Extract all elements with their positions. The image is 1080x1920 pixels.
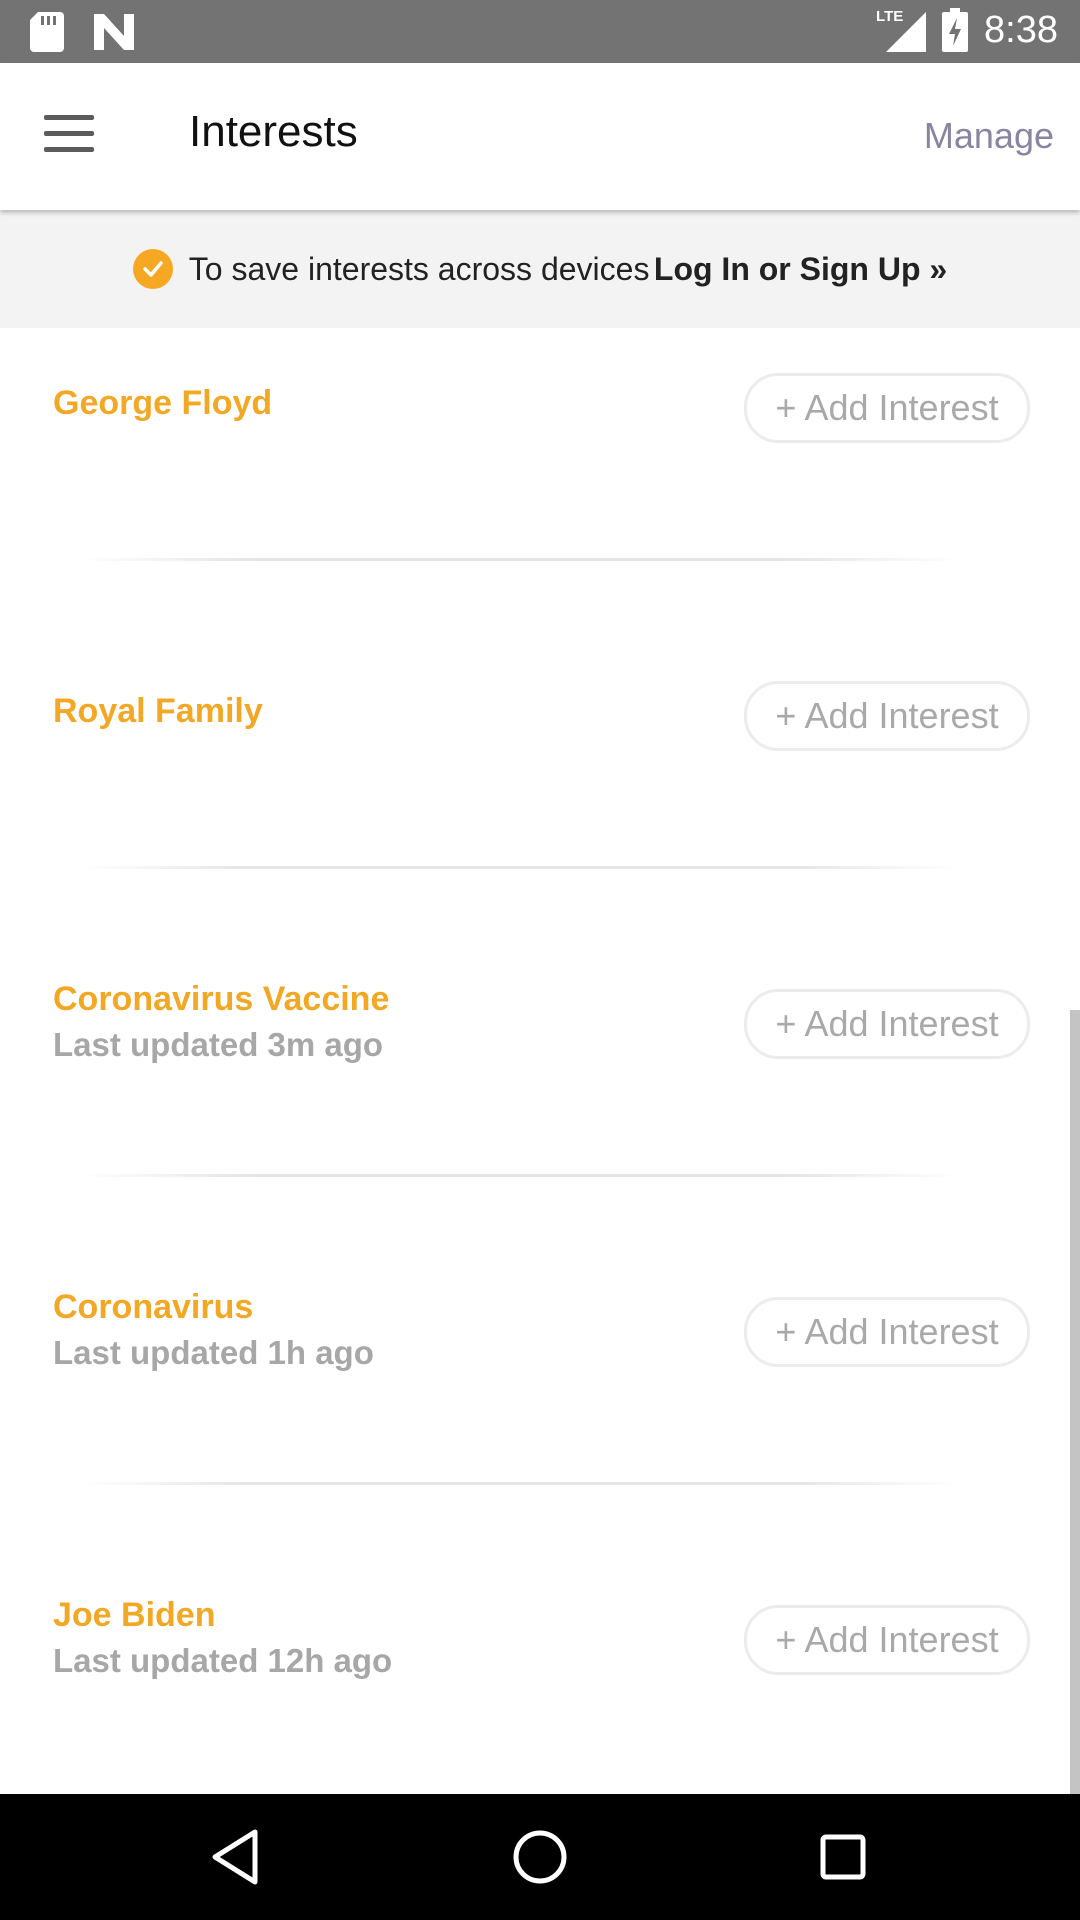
home-circle-icon[interactable]: [507, 1824, 573, 1890]
scrollbar[interactable]: [1070, 1010, 1080, 1795]
network-label: LTE: [876, 8, 904, 25]
interest-title[interactable]: George Floyd: [53, 384, 272, 423]
list-item: Royal Family + Add Interest: [0, 636, 1080, 944]
n-logo-icon: [94, 14, 134, 50]
divider: [80, 1482, 960, 1485]
divider: [80, 866, 960, 869]
status-bar: LTE 8:38: [0, 0, 1080, 63]
last-updated-text: Last updated 1h ago: [53, 1334, 374, 1371]
interest-title[interactable]: Joe Biden: [53, 1596, 215, 1635]
status-time: 8:38: [984, 8, 1058, 51]
hamburger-menu-icon[interactable]: [44, 115, 98, 155]
interest-list: George Floyd + Add Interest Royal Family…: [0, 328, 1080, 1868]
login-signup-link[interactable]: Log In or Sign Up »: [654, 251, 947, 287]
add-interest-button[interactable]: + Add Interest: [744, 1297, 1030, 1367]
add-interest-button[interactable]: + Add Interest: [744, 989, 1030, 1059]
app-bar: Interests Manage: [0, 63, 1080, 210]
interest-title[interactable]: Coronavirus: [53, 1288, 253, 1327]
add-interest-button[interactable]: + Add Interest: [744, 681, 1030, 751]
interest-title[interactable]: Coronavirus Vaccine: [53, 980, 389, 1019]
add-interest-button[interactable]: + Add Interest: [744, 373, 1030, 443]
manage-button[interactable]: Manage: [924, 115, 1054, 157]
list-item: Coronavirus Last updated 1h ago + Add In…: [0, 1252, 1080, 1560]
divider: [80, 1174, 960, 1177]
page-title: Interests: [189, 107, 358, 156]
last-updated-text: Last updated 12h ago: [53, 1642, 393, 1679]
sd-card-icon: [30, 12, 64, 52]
banner-message: To save interests across devices: [188, 250, 650, 287]
battery-charging-icon: [942, 8, 969, 52]
add-interest-button[interactable]: + Add Interest: [744, 1605, 1030, 1675]
list-item: George Floyd + Add Interest: [0, 328, 1080, 636]
lte-signal-icon: LTE: [876, 8, 927, 52]
login-banner: To save interests across devices Log In …: [0, 210, 1080, 328]
system-nav-bar: [0, 1794, 1080, 1920]
recents-square-icon[interactable]: [810, 1824, 876, 1890]
list-item: Coronavirus Vaccine Last updated 3m ago …: [0, 944, 1080, 1252]
divider: [80, 558, 960, 561]
banner-text: To save interests across devices Log In …: [189, 251, 947, 288]
check-circle-icon: [132, 249, 173, 289]
last-updated-text: Last updated 3m ago: [53, 1026, 384, 1063]
back-triangle-icon[interactable]: [203, 1824, 269, 1890]
interest-title[interactable]: Royal Family: [53, 692, 263, 731]
